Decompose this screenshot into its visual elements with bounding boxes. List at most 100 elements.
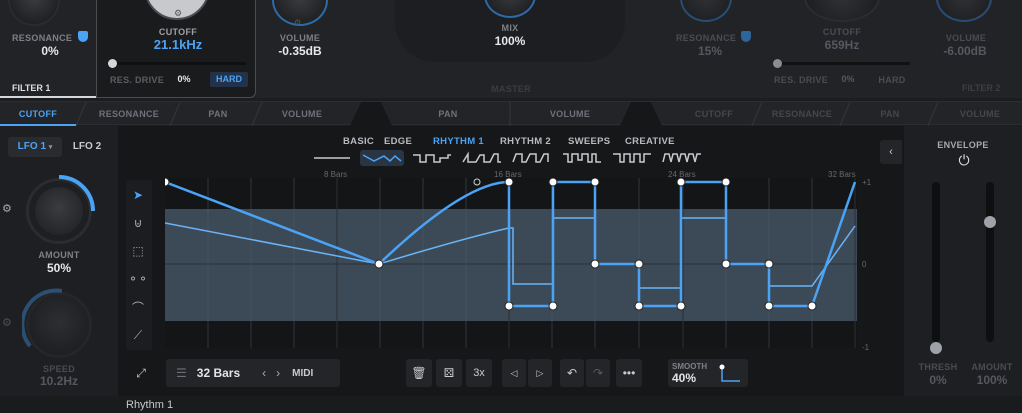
shield-icon[interactable] xyxy=(741,31,751,42)
res-drive-slider[interactable] xyxy=(110,62,246,65)
mix-value: 100% xyxy=(494,34,526,48)
preset-creative[interactable]: CREATIVE xyxy=(625,136,675,147)
shape-steps-f[interactable] xyxy=(660,150,704,166)
envelope-amount-label: AMOUNT xyxy=(971,362,1013,372)
bar-label-8: 8 Bars xyxy=(324,170,348,179)
filter1-underline xyxy=(0,96,96,98)
shape-flat[interactable] xyxy=(310,150,354,166)
gear-icon[interactable]: ⚙ xyxy=(2,316,12,329)
power-icon[interactable]: ⏻ xyxy=(956,152,972,168)
shape-ramp[interactable] xyxy=(360,150,404,166)
multiply-button[interactable]: 3x xyxy=(466,359,492,387)
hard-mode-button[interactable]: HARD xyxy=(210,72,248,87)
preset-name: Rhythm 1 xyxy=(126,399,174,411)
shape-steps-b[interactable] xyxy=(460,150,504,166)
next-length-icon[interactable]: › xyxy=(276,366,280,380)
y-label-plus1: +1 xyxy=(862,178,872,187)
thresh-slider[interactable] xyxy=(932,182,940,342)
speed-arc xyxy=(22,288,63,348)
modulation-target-tabs: CUTOFF RESONANCE PAN VOLUME PAN VOLUME C… xyxy=(0,101,1022,126)
volume2-knob[interactable] xyxy=(936,0,992,22)
shape-steps-c[interactable] xyxy=(510,150,554,166)
preset-sweeps[interactable]: SWEEPS xyxy=(568,136,610,147)
envelope-panel: ‹ ENVELOPE ⏻ THRESH 0% AMOUNT 100% xyxy=(880,126,1022,396)
envelope-title: ENVELOPE xyxy=(937,140,989,150)
filter-controls: RESONANCE 0% ⚙ CUTOFF 21.1kHz RES. DRIVE… xyxy=(0,0,1022,98)
hard2-mode-button[interactable]: HARD xyxy=(874,75,910,85)
preset-edge[interactable]: EDGE xyxy=(384,136,412,147)
speed-label: SPEED xyxy=(42,364,75,374)
chevron-down-icon: ▾ xyxy=(48,144,53,151)
lfo-graph-svg[interactable] xyxy=(160,177,857,348)
thresh-value: 0% xyxy=(929,373,947,387)
select-box-icon[interactable]: ⬚ xyxy=(126,238,150,264)
shape-steps-a[interactable] xyxy=(410,150,454,166)
resonance-knob[interactable] xyxy=(8,0,60,26)
bar-label-32: 32 Bars xyxy=(828,170,856,179)
draw-tool-icon[interactable]: ⟋ xyxy=(126,322,150,348)
collapse-tab[interactable]: ‹ xyxy=(880,140,902,164)
bar-label-24: 24 Bars xyxy=(668,170,696,179)
plugin-window: RESONANCE 0% ⚙ CUTOFF 21.1kHz RES. DRIVE… xyxy=(0,0,1022,413)
preset-basic[interactable]: BASIC xyxy=(343,136,374,147)
line-tool-icon[interactable]: ⚬⚬ xyxy=(126,266,150,292)
expand-icon[interactable]: ⤢ xyxy=(130,359,152,387)
magnet-icon[interactable]: ⊍ xyxy=(126,210,150,236)
smooth-curve-icon xyxy=(719,364,740,382)
amount-arc xyxy=(58,175,95,212)
randomize-icon[interactable]: ⚄ xyxy=(436,359,462,387)
midi-button[interactable]: MIDI xyxy=(292,368,313,379)
shift-right-icon[interactable]: ▷ xyxy=(528,359,552,387)
lfo2-tab[interactable]: LFO 2 xyxy=(64,137,110,157)
volume2-value: -6.00dB xyxy=(943,44,987,58)
delete-icon[interactable]: 🗑 xyxy=(406,359,432,387)
prev-length-icon[interactable]: ‹ xyxy=(262,366,266,380)
lfo-graph[interactable] xyxy=(160,177,857,348)
volume-value: -0.35dB xyxy=(278,44,322,58)
shape-steps-e[interactable] xyxy=(610,150,654,166)
y-label-minus1: -1 xyxy=(862,343,870,352)
master-label[interactable]: MASTER xyxy=(482,84,540,94)
more-icon[interactable]: ••• xyxy=(616,359,642,387)
gear-icon[interactable]: ⚙ xyxy=(2,202,12,215)
redo-icon[interactable]: ↷ xyxy=(586,359,610,387)
res-drive-value: 0% xyxy=(177,74,191,84)
resonance2-value: 15% xyxy=(697,44,723,58)
cutoff-value: 21.1kHz xyxy=(153,37,203,52)
filter1-tab[interactable]: FILTER 1 xyxy=(12,83,50,93)
envelope-amount-slider[interactable] xyxy=(986,182,994,342)
lfo1-label: LFO 1 xyxy=(17,141,47,152)
filter2-tab[interactable]: FILTER 2 xyxy=(962,83,1000,93)
shift-left-icon[interactable]: ◁ xyxy=(502,359,526,387)
preset-rhythm-2[interactable]: RHYTHM 2 xyxy=(500,136,551,147)
shield-icon[interactable] xyxy=(78,31,88,42)
envelope-amount-thumb[interactable] xyxy=(984,216,996,228)
length-selector[interactable]: ☰ 32 Bars ‹ › MIDI xyxy=(166,359,340,387)
lfo1-tab[interactable]: LFO 1 ▾ xyxy=(8,137,62,157)
resonance2-knob[interactable] xyxy=(680,0,732,22)
cutoff2-knob[interactable] xyxy=(804,0,880,22)
res-drive-thumb[interactable] xyxy=(108,59,117,68)
res-drive-label: RES. DRIVE xyxy=(110,75,165,85)
lfo-editor: BASIC EDGE RHYTHM 1 RHYTHM 2 SWEEPS CREA… xyxy=(118,126,904,396)
editor-toolbar: ⤢ ☰ 32 Bars ‹ › MIDI 🗑 ⚄ 3x ◁ ▷ ↶ ↷ ••• … xyxy=(118,356,904,392)
resonance-value: 0% xyxy=(41,44,59,58)
length-value: 32 Bars xyxy=(196,366,241,380)
pointer-tool-icon[interactable]: ➤ xyxy=(126,182,150,208)
mix-label: MIX xyxy=(501,23,519,33)
smooth-value: 40% xyxy=(672,370,697,385)
volume2-label: VOLUME xyxy=(945,33,987,43)
res-drive2-slider[interactable] xyxy=(776,62,910,65)
res-drive2-thumb[interactable] xyxy=(773,59,782,68)
cutoff2-value: 659Hz xyxy=(824,38,860,52)
thresh-thumb[interactable] xyxy=(930,342,942,354)
gear-icon: ⚙ xyxy=(294,18,302,27)
envelope-amount-value: 100% xyxy=(976,373,1008,387)
shape-steps-d[interactable] xyxy=(560,150,604,166)
preset-rhythm-1[interactable]: RHYTHM 1 xyxy=(433,136,484,147)
curve-tool-icon[interactable]: ⌒ xyxy=(126,294,150,320)
speed-value: 10.2Hz xyxy=(39,374,79,388)
lfo-panel: LFO 1 ▾ LFO 2 ⚙ AMOUNT 50% ⚙ SPEED 10.2H… xyxy=(0,126,118,396)
tab-separators xyxy=(0,102,939,126)
undo-icon[interactable]: ↶ xyxy=(560,359,584,387)
